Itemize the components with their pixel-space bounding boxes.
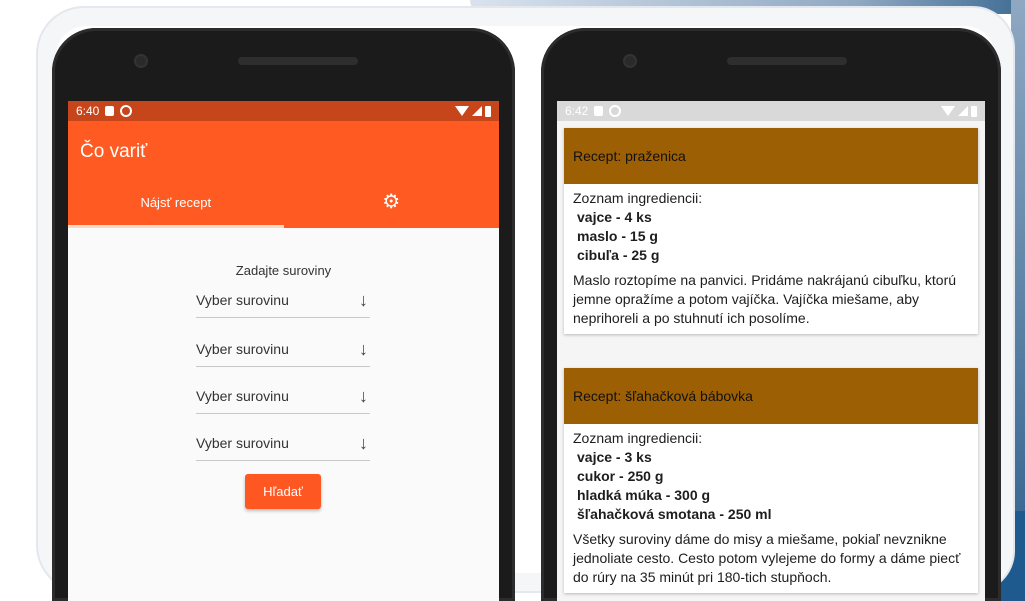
recipe-card: Recept: šľahačková bábovka Zoznam ingred… <box>564 368 978 593</box>
recipe-body: Zoznam ingrediencii: vajce - 3 ks cukor … <box>564 424 978 593</box>
recipe-title: Recept: praženica <box>564 128 978 184</box>
recipe-body: Zoznam ingrediencii: vajce - 4 ks maslo … <box>564 184 978 334</box>
arrow-down-icon: ↓ <box>359 289 368 310</box>
ingredient-item: šľahačková smotana - 250 ml <box>577 506 772 522</box>
tab-bar: Nájsť recept ⚙ <box>68 176 499 228</box>
speaker-grille <box>727 57 847 65</box>
left-phone: 6:40 Čo variť Nájsť recept ⚙ Zadajte sur… <box>52 28 515 601</box>
search-button[interactable]: Hľadať <box>245 474 321 509</box>
signal-icon <box>472 106 482 116</box>
right-phone: 6:42 Recept: praženica Zoznam ingredienc… <box>541 28 1001 601</box>
status-time: 6:40 <box>76 104 100 118</box>
ingredient-item: cibuľa - 25 g <box>577 247 660 263</box>
left-screen: 6:40 Čo variť Nájsť recept ⚙ Zadajte sur… <box>68 101 499 601</box>
wifi-icon <box>455 106 469 116</box>
arrow-down-icon: ↓ <box>359 385 368 406</box>
tab-find-recipe[interactable]: Nájsť recept <box>68 176 284 228</box>
recipe-card: Recept: praženica Zoznam ingrediencii: v… <box>564 128 978 334</box>
sync-icon <box>120 105 133 117</box>
gear-icon: ⚙ <box>382 191 401 213</box>
app-bar: Čo variť Nájsť recept ⚙ <box>68 121 499 228</box>
recipe-instructions: Všetky suroviny dáme do misy a miešame, … <box>573 531 961 585</box>
status-bar: 6:40 <box>68 101 499 121</box>
signal-icon <box>958 106 968 116</box>
sync-icon <box>609 105 622 117</box>
ingredient-item: maslo - 15 g <box>577 228 658 244</box>
ingredients-prompt: Zadajte suroviny <box>235 263 332 278</box>
camera-icon <box>625 56 635 66</box>
tab-find-recipe-label: Nájsť recept <box>140 194 212 210</box>
ingredients-label: Zoznam ingrediencii: <box>573 190 703 206</box>
ingredient-select-value: Vyber surovinu <box>196 388 289 404</box>
recipe-instructions: Maslo roztopíme na panvici. Pridáme nakr… <box>573 272 957 326</box>
battery-icon <box>971 105 977 117</box>
ingredient-select-value: Vyber surovinu <box>196 435 289 451</box>
battery-icon <box>485 105 491 117</box>
recipe-title: Recept: šľahačková bábovka <box>564 368 978 424</box>
tab-settings[interactable]: ⚙ <box>284 176 500 228</box>
arrow-down-icon: ↓ <box>359 432 368 453</box>
app-title: Čo variť <box>80 141 148 162</box>
wifi-icon <box>941 106 955 116</box>
ingredient-select-value: Vyber surovinu <box>196 292 289 308</box>
ingredient-item: hladká múka - 300 g <box>577 487 711 503</box>
ingredient-select-1[interactable]: Vyber surovinu ↓ <box>196 283 370 318</box>
sd-card-icon <box>105 106 115 116</box>
ingredient-select-2[interactable]: Vyber surovinu ↓ <box>196 332 370 367</box>
status-bar: 6:42 <box>557 101 985 121</box>
ingredient-item: vajce - 4 ks <box>577 209 652 225</box>
ingredient-select-4[interactable]: Vyber surovinu ↓ <box>196 426 370 461</box>
ingredients-label: Zoznam ingrediencii: <box>573 430 703 446</box>
speaker-grille <box>238 57 358 65</box>
ingredient-select-3[interactable]: Vyber surovinu ↓ <box>196 379 370 414</box>
arrow-down-icon: ↓ <box>359 338 368 359</box>
camera-icon <box>136 56 146 66</box>
ingredient-select-value: Vyber surovinu <box>196 341 289 357</box>
ingredient-item: vajce - 3 ks <box>577 449 652 465</box>
status-time: 6:42 <box>565 104 589 118</box>
ingredient-item: cukor - 250 g <box>577 468 664 484</box>
right-screen: 6:42 Recept: praženica Zoznam ingredienc… <box>557 101 985 601</box>
sd-card-icon <box>594 106 604 116</box>
